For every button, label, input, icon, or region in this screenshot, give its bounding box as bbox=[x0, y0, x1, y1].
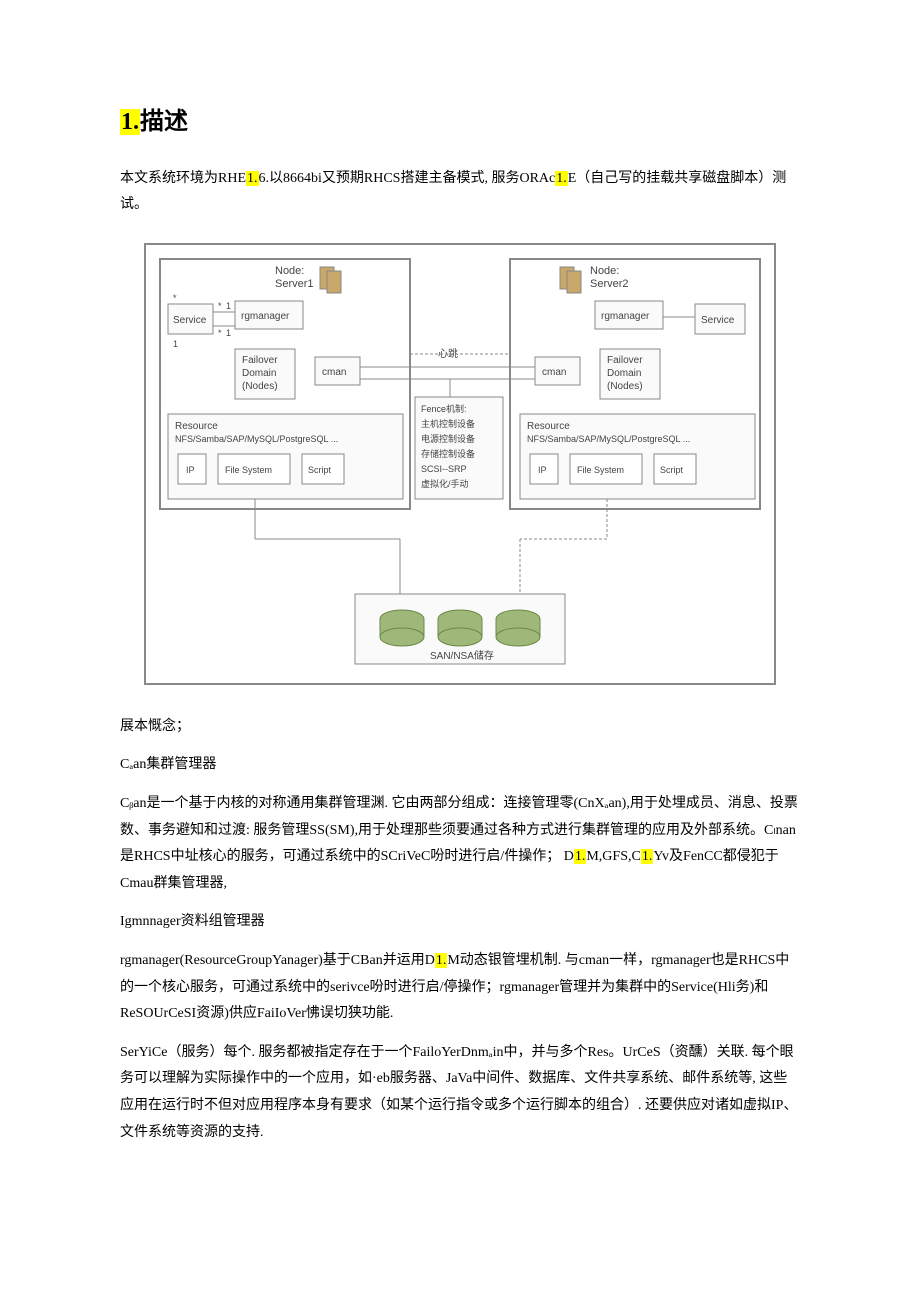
svg-text:NFS/Samba/SAP/MySQL/PostgreSQL: NFS/Samba/SAP/MySQL/PostgreSQL ... bbox=[527, 434, 690, 444]
heading-num: 1. bbox=[120, 109, 140, 135]
svg-text:IP: IP bbox=[538, 465, 547, 475]
svg-text:File System: File System bbox=[225, 465, 272, 475]
heading-1: 1.描述 bbox=[120, 100, 800, 146]
svg-text:1: 1 bbox=[173, 339, 178, 349]
svg-text:rgmanager: rgmanager bbox=[241, 311, 290, 322]
svg-text:SAN/NSA储存: SAN/NSA储存 bbox=[430, 649, 494, 662]
text: 本文系统环境为RHE bbox=[120, 171, 246, 186]
svg-text:虚拟化/手动: 虚拟化/手动 bbox=[421, 478, 469, 489]
svg-text:Resource: Resource bbox=[527, 421, 570, 432]
svg-text:Resource: Resource bbox=[175, 421, 218, 432]
svg-text:Service: Service bbox=[701, 315, 735, 326]
svg-text:SCSI--SRP: SCSI--SRP bbox=[421, 464, 467, 474]
highlight: 1. bbox=[246, 171, 259, 186]
svg-text:Domain: Domain bbox=[607, 368, 641, 379]
svg-text:Script: Script bbox=[660, 465, 684, 475]
text: rgmanager(ResourceGroupYanager)基于CBan并运用… bbox=[120, 953, 435, 968]
svg-text:主机控制设备: 主机控制设备 bbox=[421, 418, 475, 429]
svg-text:Failover: Failover bbox=[242, 355, 278, 366]
svg-text:存储控制设备: 存储控制设备 bbox=[421, 448, 475, 459]
svg-text:*: * bbox=[173, 293, 177, 303]
paragraph-intro: 本文系统环境为RHE1.6.以8664bi又预期RHCS搭建主备模式, 服务OR… bbox=[120, 166, 800, 219]
svg-text:NFS/Samba/SAP/MySQL/PostgreSQL: NFS/Samba/SAP/MySQL/PostgreSQL ... bbox=[175, 434, 338, 444]
highlight: 1. bbox=[641, 849, 654, 864]
svg-text:cman: cman bbox=[322, 367, 346, 378]
svg-text:IP: IP bbox=[186, 465, 195, 475]
highlight: 1. bbox=[574, 849, 587, 864]
paragraph-service: SerYiCe（服务）每个. 服务都被指定存在于一个FailoYerDnmₐin… bbox=[120, 1040, 800, 1146]
svg-text:*: * bbox=[218, 328, 222, 338]
svg-text:Node:: Node: bbox=[590, 265, 619, 277]
svg-text:Server1: Server1 bbox=[275, 278, 314, 290]
svg-text:(Nodes): (Nodes) bbox=[607, 381, 643, 392]
svg-text:1: 1 bbox=[226, 301, 231, 311]
svg-text:cman: cman bbox=[542, 367, 566, 378]
architecture-diagram: Node: Server1 Service rgmanager * 1 * 1 … bbox=[140, 239, 780, 689]
paragraph-rgmanager-body: rgmanager(ResourceGroupYanager)基于CBan并运用… bbox=[120, 948, 800, 1028]
svg-text:Domain: Domain bbox=[242, 368, 276, 379]
svg-text:*: * bbox=[218, 301, 222, 311]
svg-text:rgmanager: rgmanager bbox=[601, 311, 650, 322]
svg-text:File System: File System bbox=[577, 465, 624, 475]
svg-text:Service: Service bbox=[173, 315, 207, 326]
highlight: 1. bbox=[435, 953, 448, 968]
text: M,GFS,C bbox=[586, 849, 640, 864]
paragraph-cman-body: Cᵦan是一个基于内核的对称通用集群管理渊. 它由两部分组成：连接管理零(CnX… bbox=[120, 791, 800, 897]
svg-text:Node:: Node: bbox=[275, 265, 304, 277]
text: 6.以8664bi又预期RHCS搭建主备模式, 服务ORAc bbox=[259, 171, 556, 186]
svg-text:(Nodes): (Nodes) bbox=[242, 381, 278, 392]
heading-title: 描述 bbox=[140, 109, 188, 135]
svg-text:Fence机制:: Fence机制: bbox=[421, 403, 467, 414]
svg-text:Failover: Failover bbox=[607, 355, 643, 366]
svg-text:电源控制设备: 电源控制设备 bbox=[421, 433, 475, 444]
highlight: 1. bbox=[555, 171, 568, 186]
svg-text:Script: Script bbox=[308, 465, 332, 475]
svg-text:1: 1 bbox=[226, 328, 231, 338]
paragraph-rgmanager-title: Igmnnager资料组管理器 bbox=[120, 909, 800, 936]
paragraph-concepts: 展本慨念； bbox=[120, 714, 800, 741]
paragraph-cman-title: Cₐan集群管理器 bbox=[120, 752, 800, 779]
svg-text:Server2: Server2 bbox=[590, 278, 629, 290]
